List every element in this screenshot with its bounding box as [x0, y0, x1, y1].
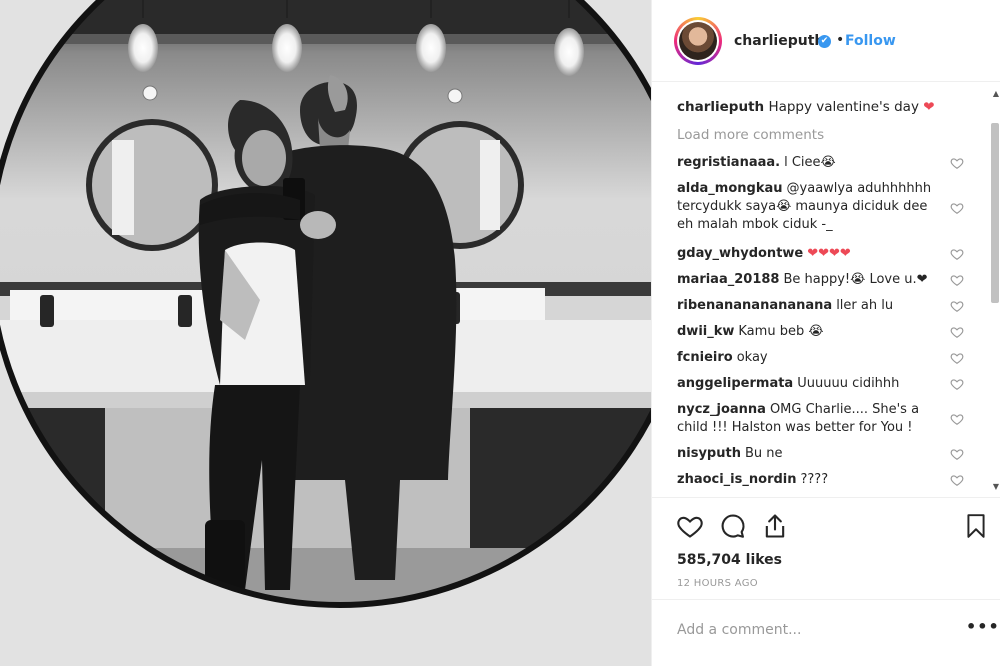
comment-text: okay — [736, 350, 768, 365]
comment-item: zhaoci_is_nordin???? — [677, 471, 937, 489]
avatar[interactable] — [674, 17, 722, 65]
heart-icon[interactable] — [676, 512, 704, 540]
post-actions: 585,704 likes 12 HOURS AGO ••• — [652, 497, 1000, 666]
comment-username[interactable]: anggelipermata — [677, 376, 793, 391]
comment-username[interactable]: zhaoci_is_nordin — [677, 472, 797, 487]
post-photo[interactable] — [0, 0, 651, 666]
mirror-selfie-image — [0, 0, 651, 666]
comment-text: ❤❤❤❤ — [807, 246, 851, 261]
comment-icon[interactable] — [719, 512, 747, 540]
follow-button[interactable]: Follow — [845, 33, 896, 49]
comment-username[interactable]: regristianaaa. — [677, 155, 780, 170]
more-options-icon[interactable]: ••• — [966, 617, 1000, 636]
comment-like-heart-icon[interactable] — [950, 201, 964, 215]
comment-item: alda_mongkau @yaawlya aduhhhhhh tercydukk… — [677, 180, 937, 234]
comment-item: nycz_joanna OMG Charlie.... She's a child… — [677, 401, 937, 437]
comment-username[interactable]: fcnieiro — [677, 350, 733, 365]
comment-item: mariaa_20188 Be happy!😭 Love u.❤ — [677, 271, 937, 289]
load-more-comments-button[interactable]: Load more comments — [677, 127, 824, 143]
comment-username[interactable]: ribenanananananana — [677, 298, 832, 313]
add-comment-bar: ••• — [652, 599, 1000, 661]
comment-like-heart-icon[interactable] — [950, 351, 964, 365]
comment-text: ???? — [800, 472, 829, 487]
avatar-ring — [677, 20, 719, 62]
comment-item: ribenanananananana ller ah lu — [677, 297, 937, 315]
author-username[interactable]: charlieputh — [734, 33, 824, 49]
comment-username[interactable]: nisyputh — [677, 446, 741, 461]
comment-text: l Ciee😭 — [784, 155, 836, 170]
comment-item: dwii_kw Kamu beb 😭 — [677, 323, 937, 341]
likes-count[interactable]: 585,704 likes — [677, 552, 782, 568]
comment-item: fcnieiro okay — [677, 349, 937, 367]
comment-like-heart-icon[interactable] — [950, 299, 964, 313]
comment-text: Kamu beb 😭 — [738, 324, 824, 339]
comment-like-heart-icon[interactable] — [950, 325, 964, 339]
comment-text: Uuuuuu cidihhh — [797, 376, 900, 391]
caption-username[interactable]: charlieputh — [677, 99, 764, 115]
verified-badge-icon: ✔ — [818, 35, 831, 48]
scrollbar-thumb[interactable] — [991, 123, 999, 303]
separator-dot: • — [836, 32, 845, 48]
comment-like-heart-icon[interactable] — [950, 377, 964, 391]
comment-item: gday_whydontwe ❤❤❤❤ — [677, 245, 937, 263]
comment-like-heart-icon[interactable] — [950, 273, 964, 287]
comment-item: anggelipermata Uuuuuu cidihhh — [677, 375, 937, 393]
comment-item: regristianaaa. l Ciee😭 — [677, 154, 937, 172]
comment-text: Be happy!😭 Love u.❤ — [783, 272, 928, 287]
scroll-up-arrow-icon[interactable]: ▲ — [993, 89, 999, 98]
comment-text: ller ah lu — [836, 298, 894, 313]
caption-heart-emoji: ❤ — [923, 99, 935, 115]
comment-like-heart-icon[interactable] — [950, 247, 964, 261]
comment-input[interactable] — [677, 620, 937, 640]
comment-text: Bu ne — [744, 446, 783, 461]
scroll-down-arrow-icon[interactable]: ▼ — [993, 482, 999, 491]
comment-like-heart-icon[interactable] — [950, 412, 964, 426]
comment-username[interactable]: mariaa_20188 — [677, 272, 779, 287]
caption-text: Happy valentine's day — [768, 99, 919, 115]
share-icon[interactable] — [761, 512, 789, 540]
comment-username[interactable]: gday_whydontwe — [677, 246, 803, 261]
comments-list[interactable]: charlieputh Happy valentine's day ❤ Load… — [652, 83, 1000, 497]
post-timestamp[interactable]: 12 HOURS AGO — [677, 578, 758, 589]
post-caption: charlieputh Happy valentine's day ❤ — [677, 99, 935, 115]
post-details-panel: charlieputh ✔ • Follow charlieputh Happy… — [651, 0, 1000, 666]
comment-like-heart-icon[interactable] — [950, 473, 964, 487]
comment-like-heart-icon[interactable] — [950, 156, 964, 170]
post-header: charlieputh ✔ • Follow — [652, 0, 1000, 82]
avatar-image — [679, 22, 717, 60]
bookmark-icon[interactable] — [963, 512, 989, 540]
comment-username[interactable]: alda_mongkau — [677, 181, 783, 196]
comment-item: nisyputh Bu ne — [677, 445, 937, 463]
comment-username[interactable]: nycz_joanna — [677, 402, 766, 417]
comment-username[interactable]: dwii_kw — [677, 324, 734, 339]
comment-like-heart-icon[interactable] — [950, 447, 964, 461]
